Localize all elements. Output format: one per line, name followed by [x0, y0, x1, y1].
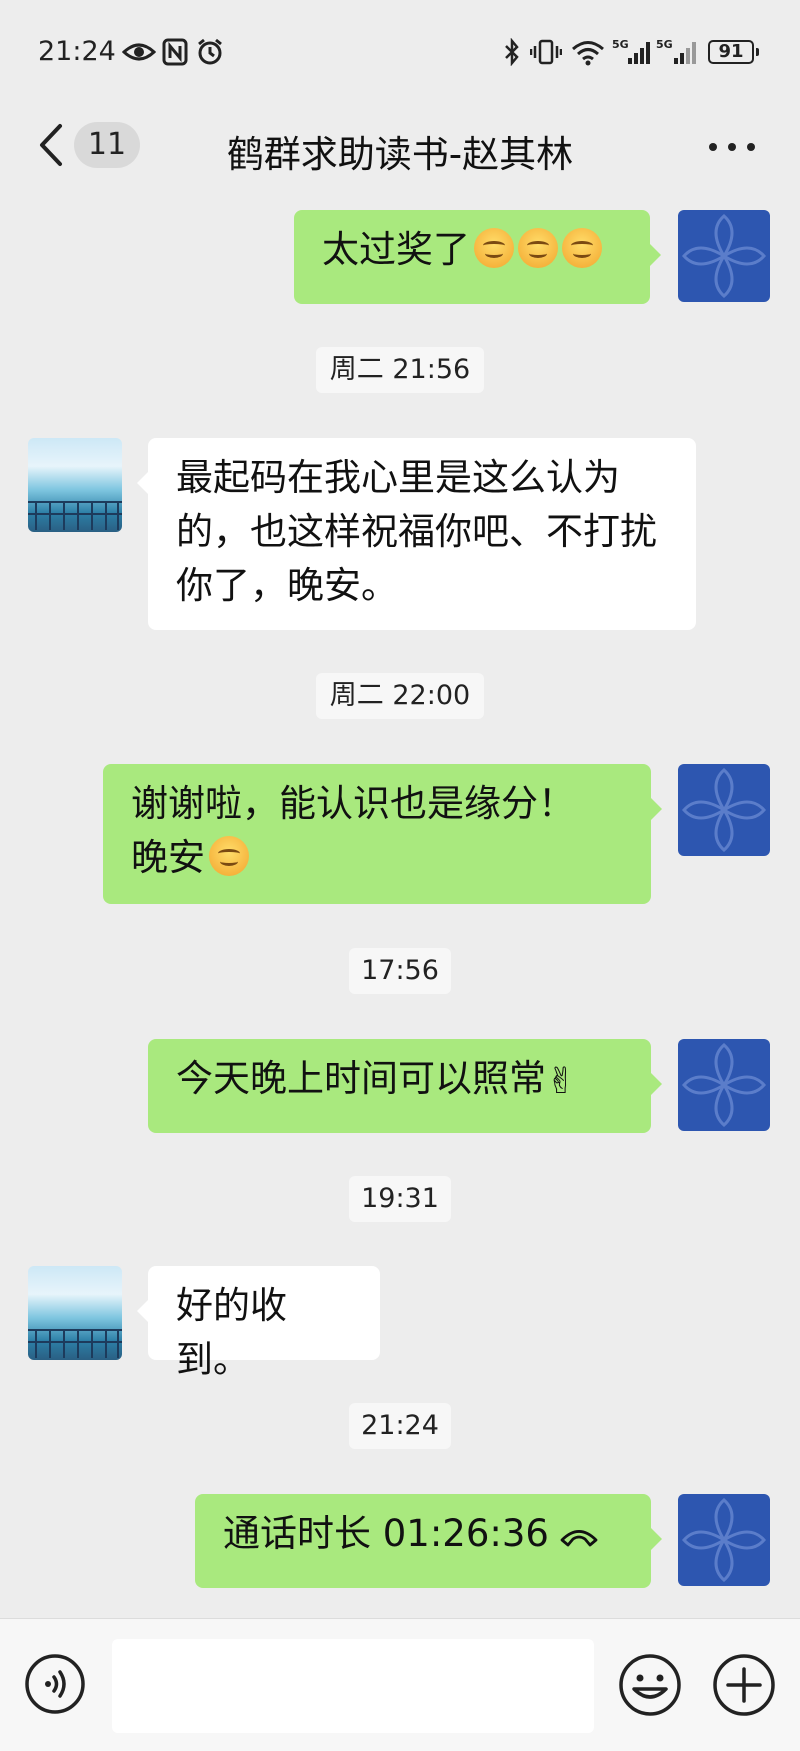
- my-avatar[interactable]: [678, 1039, 770, 1131]
- nfc-icon: [162, 38, 188, 66]
- flower-logo-icon: [682, 1043, 766, 1127]
- my-avatar[interactable]: [678, 764, 770, 856]
- smile-emoji-icon: [209, 836, 249, 876]
- message-bubble-sent[interactable]: 谢谢啦，能认识也是缘分！ 晚安: [103, 764, 662, 904]
- phone-hangup-icon: [560, 1530, 598, 1547]
- my-avatar[interactable]: [678, 210, 770, 302]
- message-text: 谢谢啦，能认识也是缘分！: [131, 782, 575, 825]
- signal-5g-icon-2: 5G: [656, 38, 696, 64]
- wifi-icon: [572, 41, 604, 66]
- message-text: 晚安: [131, 836, 205, 879]
- unread-count-badge[interactable]: 11: [74, 122, 140, 168]
- contact-avatar[interactable]: [28, 438, 122, 532]
- battery-level: 91: [718, 41, 744, 62]
- vibrate-icon: [530, 39, 562, 65]
- more-options-icon[interactable]: [708, 142, 756, 152]
- message-text: 最起码在我心里是这么认为的，也这样祝福你吧、不打扰你了，晚安。: [176, 456, 657, 607]
- emoji-picker-icon[interactable]: [618, 1653, 682, 1717]
- call-duration-text: 通话时长 01:26:36: [223, 1512, 549, 1555]
- message-input[interactable]: [112, 1639, 594, 1733]
- smile-emoji-icon: [518, 228, 558, 268]
- more-functions-plus-icon[interactable]: [712, 1653, 776, 1717]
- eye-icon: [122, 43, 156, 61]
- message-text: 好的收到。: [176, 1284, 287, 1381]
- timestamp: 周二 22:00: [316, 673, 484, 719]
- message-text: 太过奖了: [322, 228, 470, 271]
- message-bubble-received[interactable]: 好的收到。: [137, 1266, 380, 1381]
- timestamp: 周二 21:56: [316, 347, 484, 393]
- input-bar: [0, 1618, 800, 1751]
- smile-emoji-icon: [562, 228, 602, 268]
- status-bar: 21:24 5G 5G 91: [0, 0, 800, 100]
- sea-railing-image: [28, 1329, 122, 1358]
- message-bubble-sent[interactable]: 今天晚上时间可以照常✌: [148, 1039, 662, 1133]
- timestamp: 21:24: [349, 1403, 451, 1449]
- contact-avatar[interactable]: [28, 1266, 122, 1360]
- flower-logo-icon: [682, 768, 766, 852]
- alarm-icon: [198, 38, 222, 65]
- message-bubble-received[interactable]: 最起码在我心里是这么认为的，也这样祝福你吧、不打扰你了，晚安。: [137, 438, 696, 630]
- network-label-1: 5G: [612, 38, 629, 51]
- victory-hand-emoji-icon: ✌: [546, 1061, 577, 1102]
- timestamp: 17:56: [349, 948, 451, 994]
- voice-input-icon[interactable]: [24, 1653, 86, 1715]
- timestamp: 19:31: [349, 1176, 451, 1222]
- signal-5g-icon-1: 5G: [612, 38, 650, 64]
- network-label-2: 5G: [656, 38, 673, 51]
- bluetooth-icon: [505, 38, 519, 66]
- chat-title: 鹤群求助读书-赵其林: [226, 133, 574, 176]
- message-bubble-sent[interactable]: 太过奖了: [294, 210, 661, 304]
- battery-indicator: 91: [708, 40, 759, 64]
- message-text: 今天晚上时间可以照常: [176, 1057, 546, 1100]
- smile-emoji-icon: [474, 228, 514, 268]
- my-avatar[interactable]: [678, 1494, 770, 1586]
- call-record-bubble[interactable]: 通话时长 01:26:36: [195, 1494, 662, 1588]
- flower-logo-icon: [682, 214, 766, 298]
- status-time: 21:24: [38, 36, 116, 67]
- sea-railing-image: [28, 501, 122, 530]
- flower-logo-icon: [682, 1498, 766, 1582]
- back-arrow-icon[interactable]: [36, 122, 66, 168]
